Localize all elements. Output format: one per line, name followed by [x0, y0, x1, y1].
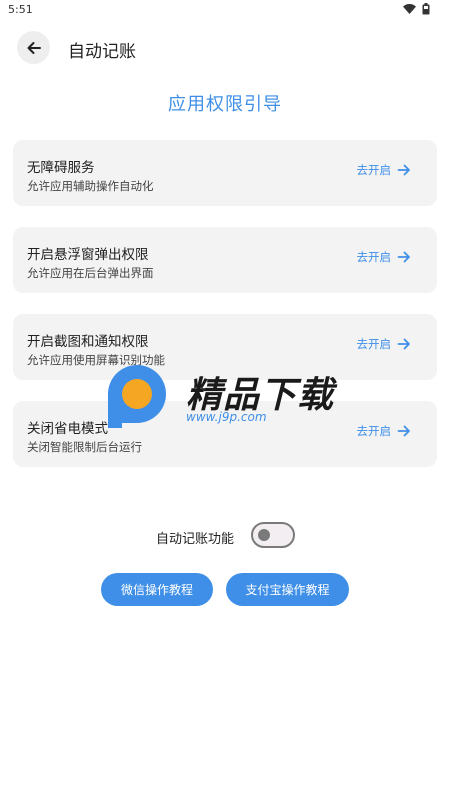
permission-guide-title: 应用权限引导	[168, 94, 282, 115]
enable-link[interactable]: 去开启	[357, 249, 412, 265]
enable-link[interactable]: 去开启	[357, 423, 412, 439]
permission-title: 开启悬浮窗弹出权限	[27, 247, 149, 263]
enable-label: 去开启	[356, 163, 392, 177]
auto-bookkeeping-toggle[interactable]	[251, 522, 295, 548]
arrow-right-icon	[397, 164, 410, 176]
status-icons	[403, 3, 430, 15]
permission-title: 关闭省电模式	[27, 421, 108, 437]
permission-desc: 允许应用辅助操作自动化	[27, 179, 154, 193]
auto-bookkeeping-label: 自动记账功能	[156, 532, 235, 547]
arrow-right-icon	[397, 425, 410, 437]
permission-list: 无障碍服务 允许应用辅助操作自动化 去开启 开启悬浮窗弹出权限 允许应用在后台弹…	[13, 140, 437, 488]
enable-label: 去开启	[356, 337, 392, 351]
alipay-tutorial-button[interactable]: 支付宝操作教程	[226, 573, 349, 606]
enable-link[interactable]: 去开启	[357, 336, 412, 352]
permission-card-accessibility[interactable]: 无障碍服务 允许应用辅助操作自动化 去开启	[13, 140, 437, 206]
arrow-right-icon	[397, 251, 410, 263]
page-title: 自动记账	[68, 42, 136, 62]
toggle-knob	[258, 529, 270, 541]
wechat-tutorial-button[interactable]: 微信操作教程	[101, 573, 213, 606]
battery-icon	[422, 3, 430, 15]
permission-desc: 允许应用在后台弹出界面	[27, 266, 154, 280]
wifi-icon	[403, 4, 416, 14]
permission-title: 无障碍服务	[27, 160, 95, 176]
permission-desc: 允许应用使用屏幕识别功能	[27, 353, 165, 367]
enable-link[interactable]: 去开启	[357, 162, 412, 178]
permission-title: 开启截图和通知权限	[27, 334, 149, 350]
enable-label: 去开启	[356, 250, 392, 264]
arrow-right-icon	[397, 338, 410, 350]
status-bar: 5:51	[0, 0, 450, 22]
permission-card-power-saving[interactable]: 关闭省电模式 关闭智能限制后台运行 去开启	[13, 401, 437, 467]
permission-card-screenshot[interactable]: 开启截图和通知权限 允许应用使用屏幕识别功能 去开启	[13, 314, 437, 380]
arrow-left-icon	[27, 41, 41, 54]
status-time: 5:51	[8, 3, 33, 16]
enable-label: 去开启	[356, 424, 392, 438]
back-button[interactable]	[17, 31, 50, 64]
permission-card-overlay[interactable]: 开启悬浮窗弹出权限 允许应用在后台弹出界面 去开启	[13, 227, 437, 293]
permission-desc: 关闭智能限制后台运行	[27, 440, 142, 454]
app-bar: 自动记账	[0, 28, 450, 68]
auto-bookkeeping-row: 自动记账功能	[0, 520, 450, 552]
